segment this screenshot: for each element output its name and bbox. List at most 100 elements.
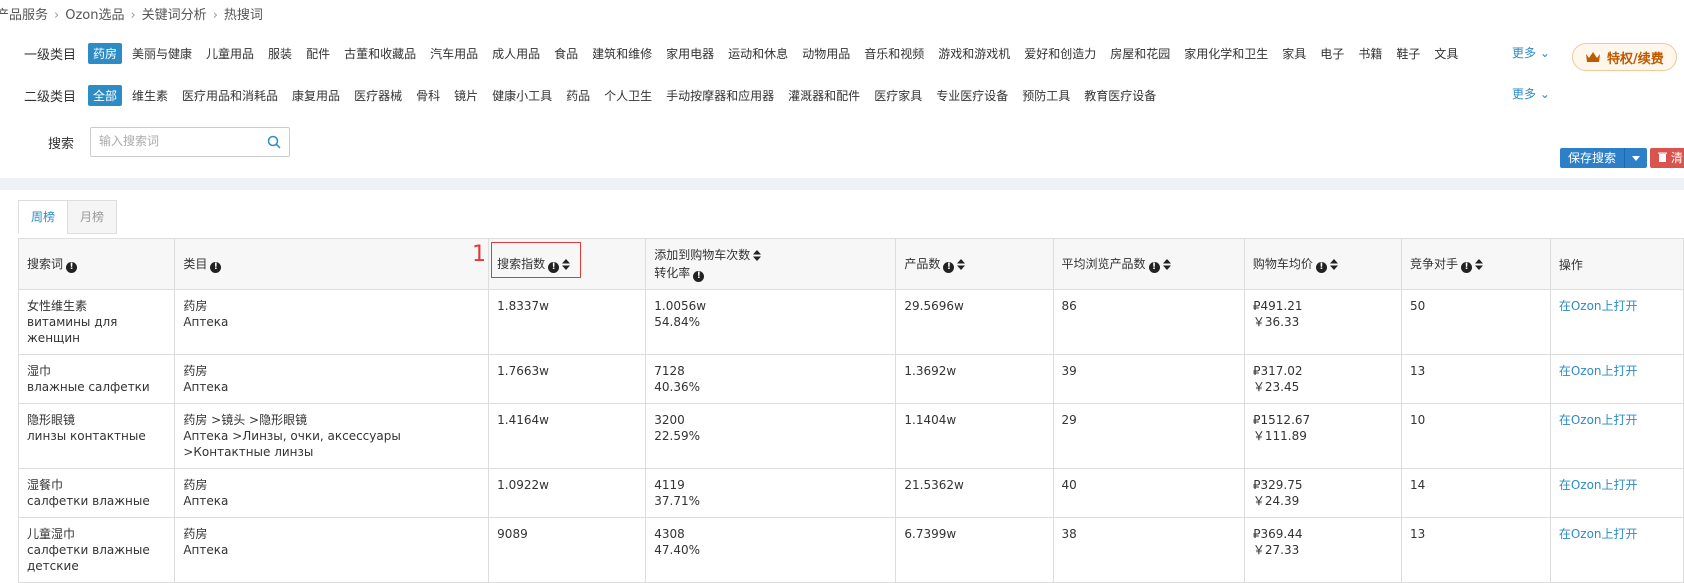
avg-views-cell-text: 29 <box>1061 413 1077 427</box>
level1-category-item[interactable]: 游戏和游戏机 <box>934 43 1014 64</box>
keyword-cell-text: 湿餐巾 <box>27 478 64 492</box>
open-on-ozon-link-text[interactable]: 在Ozon上打开 <box>1559 478 1638 492</box>
level2-category-item[interactable]: 维生素 <box>128 85 172 106</box>
highlight-box <box>491 242 581 278</box>
open-on-ozon-link: 在Ozon上打开 <box>1549 403 1684 469</box>
breadcrumb-item[interactable]: 关键词分析 <box>142 8 207 23</box>
cart-adds-cell-text: 7128 <box>654 364 685 378</box>
info-icon[interactable]: ! <box>943 262 955 273</box>
info-icon[interactable]: ! <box>1315 262 1327 273</box>
level1-category-item[interactable]: 古董和收藏品 <box>340 43 420 64</box>
level1-category-item[interactable]: 运动和休息 <box>724 43 792 64</box>
level2-more-button[interactable]: 更多 ⌄ <box>1512 85 1550 102</box>
search-index-cell-text: 1.7663w <box>497 364 549 378</box>
col-cart-adds-header[interactable]: 添加到购物车次数 转化率! <box>645 238 897 290</box>
sort-icon[interactable] <box>957 259 966 273</box>
search-icon[interactable] <box>267 135 281 152</box>
sort-icon[interactable] <box>1475 259 1484 273</box>
keywords-table: 搜索词! 类目! 搜索指数! 添加到购物车次数 转化率! 产品数! 平均浏览产品数… <box>17 238 1684 583</box>
open-on-ozon-link-text[interactable]: 在Ozon上打开 <box>1559 527 1638 541</box>
level2-category-item[interactable]: 专业医疗设备 <box>932 85 1012 106</box>
level2-category-item[interactable]: 医疗家具 <box>870 85 926 106</box>
info-icon[interactable]: ! <box>1148 262 1160 273</box>
breadcrumb-item[interactable]: Ozon选品 <box>65 8 124 23</box>
level1-category-item[interactable]: 成人用品 <box>488 43 544 64</box>
open-on-ozon-link-text[interactable]: 在Ozon上打开 <box>1559 413 1638 427</box>
products-cell-text: 29.5696w <box>904 299 964 313</box>
level1-category-item[interactable]: 建筑和维修 <box>588 43 656 64</box>
cart-price-cell-text: ₽329.75 <box>1252 478 1303 492</box>
level2-category-item[interactable]: 手动按摩器和应用器 <box>662 85 778 106</box>
open-on-ozon-link: 在Ozon上打开 <box>1549 289 1684 355</box>
category-cell: 药房 Аптека <box>174 289 490 355</box>
level1-category-item[interactable]: 房屋和花园 <box>1106 43 1174 64</box>
level1-category-item[interactable]: 爱好和创造力 <box>1020 43 1100 64</box>
level1-category-item[interactable]: 书籍 <box>1354 43 1386 64</box>
level1-category-item[interactable]: 文具 <box>1430 43 1462 64</box>
info-icon[interactable]: ! <box>693 270 705 282</box>
level2-category-item[interactable]: 个人卫生 <box>600 85 656 106</box>
col-avg-views-header[interactable]: 平均浏览产品数! <box>1052 238 1245 290</box>
level2-category-item[interactable]: 健康小工具 <box>488 85 556 106</box>
level2-category-item[interactable]: 教育医疗设备 <box>1080 85 1160 106</box>
products-cell: 6.7399w <box>895 517 1054 583</box>
level1-category-item[interactable]: 家具 <box>1278 43 1310 64</box>
level2-category-item[interactable]: 预防工具 <box>1018 85 1074 106</box>
level1-category-item[interactable]: 美丽与健康 <box>128 43 196 64</box>
level1-category-item[interactable]: 动物用品 <box>798 43 854 64</box>
info-icon[interactable]: ! <box>1461 262 1473 273</box>
level1-category-item[interactable]: 儿童用品 <box>202 43 258 64</box>
level2-category-item[interactable]: 镜片 <box>450 85 482 106</box>
category-cell-text: Аптека <box>183 315 229 329</box>
col-cart-price-header[interactable]: 购物车均价! <box>1243 238 1403 290</box>
level2-category-item[interactable]: 医疗器械 <box>350 85 406 106</box>
save-search-button[interactable]: 保存搜索 <box>1560 148 1625 168</box>
breadcrumb-item[interactable]: 产品服务 <box>0 8 48 23</box>
col-action-header: 操作 <box>1549 238 1684 290</box>
level2-category-item[interactable]: 康复用品 <box>288 85 344 106</box>
level1-category-item[interactable]: 服装 <box>264 43 296 64</box>
col-products-header[interactable]: 产品数! <box>895 238 1054 290</box>
sort-icon[interactable] <box>1329 259 1338 273</box>
clear-button[interactable]: 清 <box>1650 148 1684 168</box>
level1-category-item[interactable]: 汽车用品 <box>426 43 482 64</box>
level1-category-item[interactable]: 音乐和视频 <box>860 43 928 64</box>
level2-category-item[interactable]: 医疗用品和消耗品 <box>178 85 282 106</box>
search-input[interactable] <box>91 128 267 154</box>
keyword-cell: 湿餐巾 салфетки влажные <box>17 468 176 518</box>
level1-category-item[interactable]: 鞋子 <box>1392 43 1424 64</box>
crown-icon <box>1585 51 1601 63</box>
level1-category-item[interactable]: 电子 <box>1316 43 1348 64</box>
level1-more-button[interactable]: 更多 ⌄ <box>1512 44 1550 61</box>
tab-weekly[interactable]: 周榜 <box>18 200 69 234</box>
products-cell: 1.1404w <box>895 403 1054 469</box>
tab-monthly[interactable]: 月榜 <box>67 200 118 234</box>
competitors-cell-text: 10 <box>1410 413 1426 427</box>
level1-category-item[interactable]: 家用化学和卫生 <box>1180 43 1272 64</box>
chevron-down-icon: ⌄ <box>1539 46 1550 60</box>
vip-renew-button[interactable]: 特权/续费 <box>1572 43 1677 71</box>
open-on-ozon-link-text[interactable]: 在Ozon上打开 <box>1559 299 1638 313</box>
level1-category-item[interactable]: 配件 <box>302 43 334 64</box>
level1-category-item[interactable]: 食品 <box>550 43 582 64</box>
level1-category-item[interactable]: 家用电器 <box>662 43 718 64</box>
category-cell: 药房 Аптека <box>174 354 490 404</box>
category-cell-text: Аптека >Линзы, очки, аксессуары >Контакт… <box>183 429 401 459</box>
cart-adds-cell-text: 4119 <box>654 478 685 492</box>
sort-icon[interactable] <box>753 249 762 265</box>
level1-category-item[interactable]: 药房 <box>88 42 123 64</box>
open-on-ozon-link-text[interactable]: 在Ozon上打开 <box>1559 364 1638 378</box>
level2-category-item[interactable]: 灌溉器和配件 <box>784 85 864 106</box>
col-competitors-header[interactable]: 竞争对手! <box>1401 238 1551 290</box>
level2-category-item[interactable]: 骨科 <box>412 85 444 106</box>
breadcrumb: 产品服务 › Ozon选品 › 关键词分析 › 热搜词 <box>0 4 263 23</box>
avg-views-cell-text: 39 <box>1061 364 1077 378</box>
info-icon[interactable]: ! <box>66 262 78 273</box>
level2-category-item[interactable]: 药品 <box>562 85 594 106</box>
open-on-ozon-link: 在Ozon上打开 <box>1549 517 1684 583</box>
info-icon[interactable]: ! <box>210 262 222 273</box>
level2-category-item[interactable]: 全部 <box>88 84 123 106</box>
breadcrumb-item: 热搜词 <box>223 8 263 23</box>
sort-icon[interactable] <box>1162 259 1171 273</box>
caret-down-icon[interactable] <box>1624 148 1648 168</box>
